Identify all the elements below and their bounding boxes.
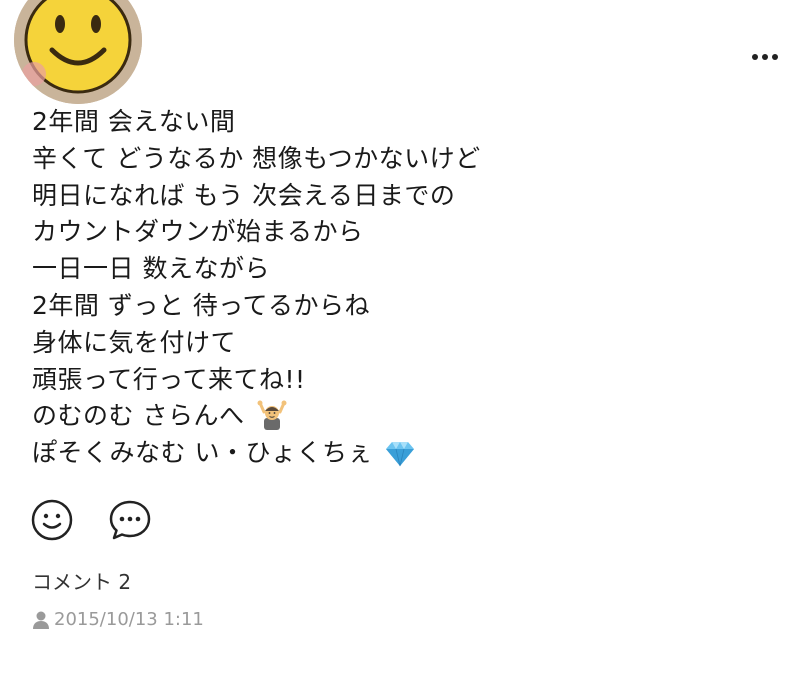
post-line: 身体に気を付けて [32,327,237,357]
author-avatar[interactable] [14,0,142,104]
more-options-button[interactable] [750,46,780,68]
person-icon [33,611,49,629]
smiley-face-icon [14,0,142,104]
post-line: カウントダウンが始まるから [32,217,364,247]
post-line: 一日一日 数えながら [32,254,270,284]
post-line-text: ぽそくみなむ い・ひょくちぇ [32,438,373,468]
post-line: 頑張って行って来てね!! [32,364,306,394]
post-meta: 2015/10/13 1:11 [32,609,204,630]
post-timestamp: 2015/10/13 1:11 [54,609,204,630]
post-line: 明日になれば もう 次会える日までの [32,180,456,210]
post-line-with-emoji: ぽそくみなむ い・ひょくちぇ [32,435,772,472]
post-line: 辛くて どうなるか 想像もつかないけど [32,143,481,173]
react-button[interactable] [30,498,74,542]
smile-icon [31,499,73,541]
gem-emoji [386,442,415,467]
post-line-with-emoji: のむのむ さらんへ [32,398,772,435]
post-line: 2年間 ずっと 待ってるからね [32,290,371,320]
post-line: 2年間 会えない間 [32,107,236,136]
more-dots-icon [752,54,778,60]
post-line-text: のむのむ さらんへ [32,401,245,431]
comments-count-link[interactable]: コメント 2 [32,566,131,595]
person-gesturing-ok-emoji [257,400,287,431]
post-text: 2年間 会えない間 辛くて どうなるか 想像もつかないけど 明日になれば もう … [32,104,772,472]
comment-button[interactable] [108,498,152,542]
speech-bubble-icon [109,500,151,540]
